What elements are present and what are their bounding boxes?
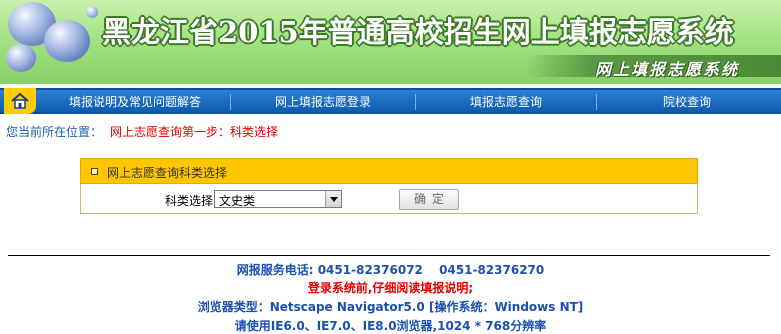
footer-divider — [8, 255, 770, 256]
nav-item-schools[interactable]: 院校查询 — [597, 93, 777, 111]
confirm-button[interactable]: 确定 — [399, 189, 459, 210]
site-subtitle: 网上填报志愿系统 — [594, 60, 739, 79]
panel-header: 网上志愿查询科类选择 — [80, 158, 698, 184]
bubble-decoration — [86, 6, 98, 18]
bubble-decoration — [6, 44, 36, 72]
bubble-decoration — [44, 20, 90, 62]
site-title: 黑龙江省2015年普通高校招生网上填报志愿系统 — [102, 15, 734, 49]
browser-requirement: 请使用IE6.0、IE7.0、IE8.0浏览器,1024 * 768分辨率 — [234, 319, 547, 333]
header-banner: 黑龙江省2015年普通高校招生网上填报志愿系统 网上填报志愿系统 — [0, 0, 781, 84]
breadcrumb-current: 网上志愿查询第一步：科类选择 — [110, 125, 279, 139]
service-phone: 网报服务电话: 0451-82376072 0451-82376270 — [236, 263, 545, 277]
category-select-label: 科类选择 — [165, 194, 214, 208]
category-select[interactable]: 文史类 — [214, 190, 342, 208]
home-icon — [11, 93, 29, 109]
breadcrumb: 您当前所在位置： 网上志愿查询第一步：科类选择 — [6, 123, 278, 140]
login-notice: 登录系统前,仔细阅读填报说明; — [307, 281, 474, 295]
home-button[interactable] — [4, 88, 36, 114]
panel-body: 科类选择 文史类 确定 — [80, 184, 698, 214]
panel-title: 网上志愿查询科类选择 — [107, 166, 228, 180]
category-select-value: 文史类 — [219, 194, 256, 208]
browser-info: 浏览器类型：Netscape Navigator5.0 [操作系统：Window… — [197, 300, 584, 314]
category-select-panel: 网上志愿查询科类选择 科类选择 文史类 确定 — [80, 158, 698, 214]
nav-item-login[interactable]: 网上填报志愿登录 — [231, 93, 415, 111]
square-bullet-icon — [91, 168, 98, 175]
nav-item-guide[interactable]: 填报说明及常见问题解答 — [40, 93, 230, 111]
breadcrumb-label: 您当前所在位置： — [6, 125, 103, 139]
main-nav: 填报说明及常见问题解答 网上填报志愿登录 填报志愿查询 院校查询 — [0, 88, 781, 114]
chevron-down-icon[interactable] — [325, 191, 341, 207]
nav-item-query[interactable]: 填报志愿查询 — [416, 93, 596, 111]
